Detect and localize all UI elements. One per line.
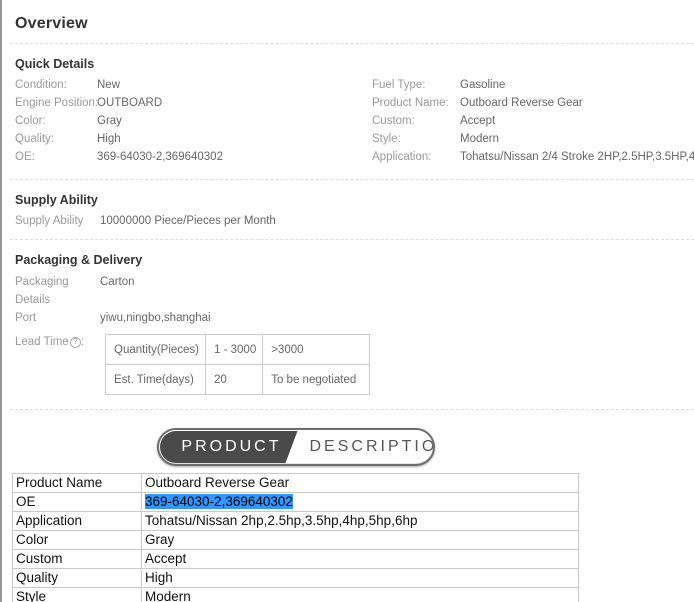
- spec-label-cell: Quality: [12, 568, 142, 588]
- badge-description-segment: DESCRIPTION: [298, 430, 433, 464]
- quick-details-section: Quick Details Condition: New Fuel Type: …: [10, 56, 694, 166]
- detail-label: Fuel Type:: [372, 79, 426, 91]
- detail-label: Custom:: [372, 115, 415, 127]
- table-row: Quality High: [12, 568, 579, 588]
- detail-label: Port: [15, 312, 37, 324]
- section-divider: [10, 43, 694, 44]
- detail-value: 10000000 Piece/Pieces per Month: [100, 215, 276, 227]
- detail-value: Gasoline: [460, 79, 506, 91]
- spec-value-cell: High: [141, 568, 579, 588]
- table-row: Application Tohatsu/Nissan 2hp,2.5hp,3.5…: [12, 511, 579, 531]
- lead-time-label: Lead Time?:: [15, 334, 105, 395]
- detail-value: 369-64030-2,369640302: [97, 151, 223, 163]
- detail-label: Color:: [15, 115, 46, 127]
- detail-label: Engine Position:: [15, 97, 97, 109]
- badge-product-segment: PRODUCT: [160, 431, 298, 463]
- lead-time-cell: 20: [205, 364, 264, 395]
- port-row: Port yiwu,ningbo,shanghai: [15, 309, 694, 327]
- supply-ability-section: Supply Ability Supply Ability 10000000 P…: [10, 192, 694, 230]
- table-row: Style Modern: [12, 587, 579, 602]
- detail-value: Gray: [97, 115, 122, 127]
- detail-value: High: [97, 133, 121, 145]
- detail-value: Accept: [460, 115, 496, 127]
- spec-label-cell: Application: [12, 511, 142, 531]
- badge-container: PRODUCT DESCRIPTION: [12, 428, 579, 466]
- product-overview-page: Overview Quick Details Condition: New Fu…: [0, 0, 694, 602]
- table-row: OE 369-64030-2,369640302: [12, 492, 579, 512]
- packaging-delivery-section: Packaging & Delivery Packaging Details C…: [10, 252, 694, 395]
- detail-label: Quality:: [15, 133, 54, 145]
- detail-label: Application:: [372, 151, 432, 163]
- help-icon[interactable]: ?: [69, 336, 81, 348]
- detail-label: Condition:: [15, 79, 67, 91]
- spec-value-cell: Tohatsu/Nissan 2hp,2.5hp,3.5hp,4hp,5hp,6…: [141, 511, 579, 531]
- detail-value: Carton: [100, 276, 135, 288]
- spec-value-cell: Outboard Reverse Gear: [141, 473, 579, 493]
- lead-time-colon: :: [80, 336, 84, 348]
- table-row: Quantity(Pieces) 1 - 3000 >3000: [104, 334, 371, 365]
- detail-value: yiwu,ningbo,shanghai: [100, 312, 211, 324]
- spec-label-cell: OE: [12, 492, 142, 512]
- product-spec-table: Product Name Outboard Reverse Gear OE 36…: [12, 473, 579, 602]
- packaging-rows: Packaging Details Carton Port yiwu,ningb…: [10, 273, 694, 327]
- spec-label-cell: Custom: [12, 549, 142, 569]
- lead-time-label-text: Lead Time: [15, 336, 69, 348]
- detail-value: New: [97, 79, 121, 91]
- spec-label-cell: Color: [12, 530, 142, 550]
- lead-time-table: Quantity(Pieces) 1 - 3000 >3000 Est. Tim…: [104, 334, 371, 395]
- spec-label-cell: Product Name: [12, 473, 142, 493]
- table-row: Product Name Outboard Reverse Gear: [12, 473, 579, 493]
- spec-value-cell: 369-64030-2,369640302: [141, 492, 579, 512]
- lead-time-row: Lead Time?: Quantity(Pieces) 1 - 3000 >3…: [15, 334, 694, 395]
- selected-text: 369-64030-2,369640302: [145, 494, 293, 509]
- detail-label: Style:: [372, 133, 401, 145]
- spec-value-cell: Gray: [141, 530, 579, 550]
- lead-time-cell: To be negotiated: [262, 364, 371, 395]
- lead-time-cell: >3000: [262, 334, 371, 365]
- packaging-delivery-heading: Packaging & Delivery: [15, 253, 143, 267]
- section-divider: [10, 179, 694, 180]
- section-divider: [10, 409, 694, 410]
- detail-label: OE:: [15, 151, 35, 163]
- lead-time-cell: 1 - 3000: [205, 334, 264, 365]
- detail-label: Product Name:: [372, 97, 449, 109]
- detail-value: OUTBOARD: [97, 97, 163, 109]
- product-description-badge: PRODUCT DESCRIPTION: [156, 428, 435, 466]
- supply-ability-row: Supply Ability 10000000 Piece/Pieces per…: [15, 212, 694, 230]
- detail-value: Modern: [460, 133, 499, 145]
- spec-value-cell: Accept: [141, 549, 579, 569]
- lead-time-cell: Est. Time(days): [104, 364, 207, 395]
- spec-label-cell: Style: [12, 587, 142, 602]
- detail-label: Supply Ability: [15, 215, 84, 227]
- badge-description-label: DESCRIPTION: [309, 438, 433, 455]
- spec-value-cell: Modern: [141, 587, 579, 602]
- detail-value: Tohatsu/Nissan 2/4 Stroke 2HP,2.5HP,3.5H…: [460, 151, 694, 163]
- packaging-details-row: Packaging Details Carton: [15, 273, 694, 309]
- section-divider: [10, 239, 694, 240]
- quick-details-grid: Condition: New Fuel Type: Gasoline Engin…: [15, 76, 694, 166]
- lead-time-cell: Quantity(Pieces): [104, 334, 207, 365]
- table-row: Custom Accept: [12, 549, 579, 569]
- detail-value: Outboard Reverse Gear: [460, 97, 583, 109]
- page-title: Overview: [15, 15, 88, 32]
- detail-label: Packaging Details: [15, 276, 69, 306]
- badge-product-label: PRODUCT: [181, 438, 282, 455]
- supply-ability-heading: Supply Ability: [15, 193, 98, 207]
- table-row: Est. Time(days) 20 To be negotiated: [104, 364, 371, 395]
- quick-details-heading: Quick Details: [15, 57, 95, 71]
- table-row: Color Gray: [12, 530, 579, 550]
